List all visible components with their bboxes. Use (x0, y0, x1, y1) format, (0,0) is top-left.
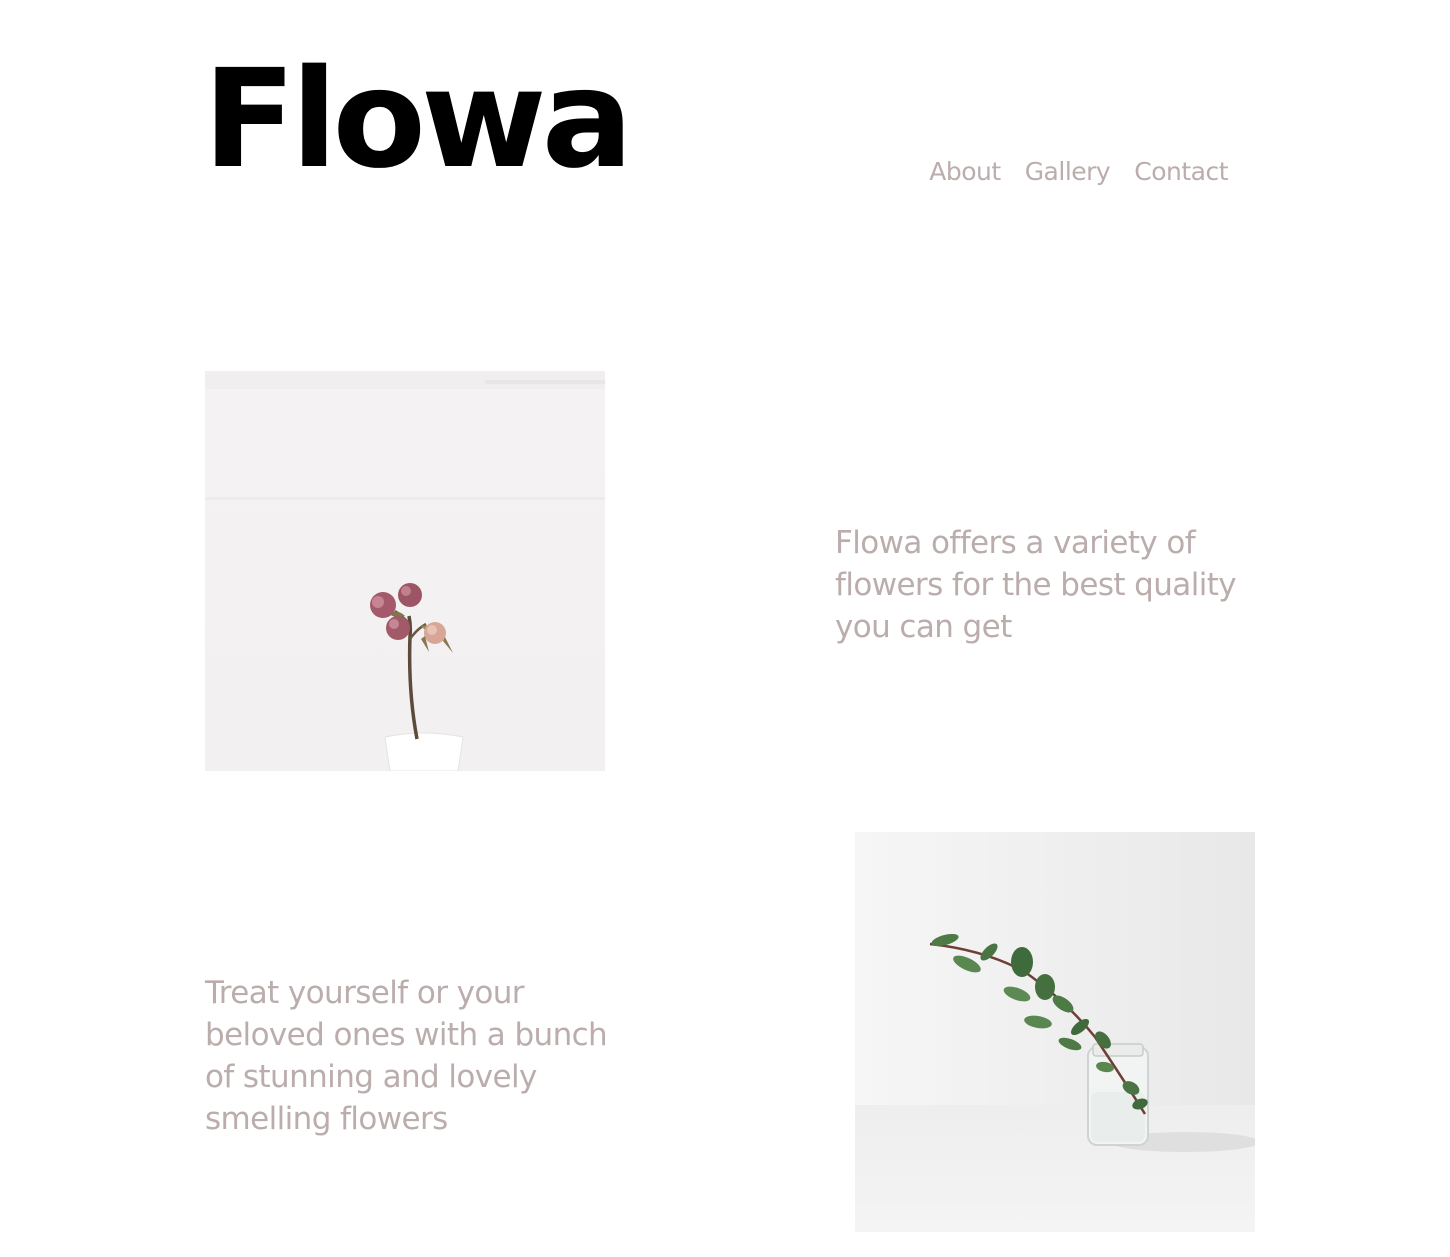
nav-link-contact[interactable]: Contact (1134, 156, 1228, 188)
brand-logo[interactable]: Flowa (203, 52, 633, 188)
treat-yourself-tagline: Treat yourself or your beloved ones with… (205, 975, 608, 1137)
eucalyptus-sprig-in-glass-jar-photo-icon (855, 832, 1255, 1232)
nav-link-gallery[interactable]: Gallery (1025, 156, 1111, 188)
dried-roses-in-vase-photo-icon (205, 371, 605, 771)
nav-item-gallery: Gallery (1025, 156, 1111, 188)
nav-item-about: About (929, 156, 1001, 188)
nav-link-about[interactable]: About (929, 156, 1001, 188)
nav-list: About Gallery Contact (929, 156, 1228, 188)
eucalyptus-photo (855, 832, 1255, 1232)
dried-roses-photo (205, 371, 605, 771)
nav-item-contact: Contact (1134, 156, 1228, 188)
intro-tagline: Flowa offers a variety of flowers for th… (835, 525, 1237, 645)
